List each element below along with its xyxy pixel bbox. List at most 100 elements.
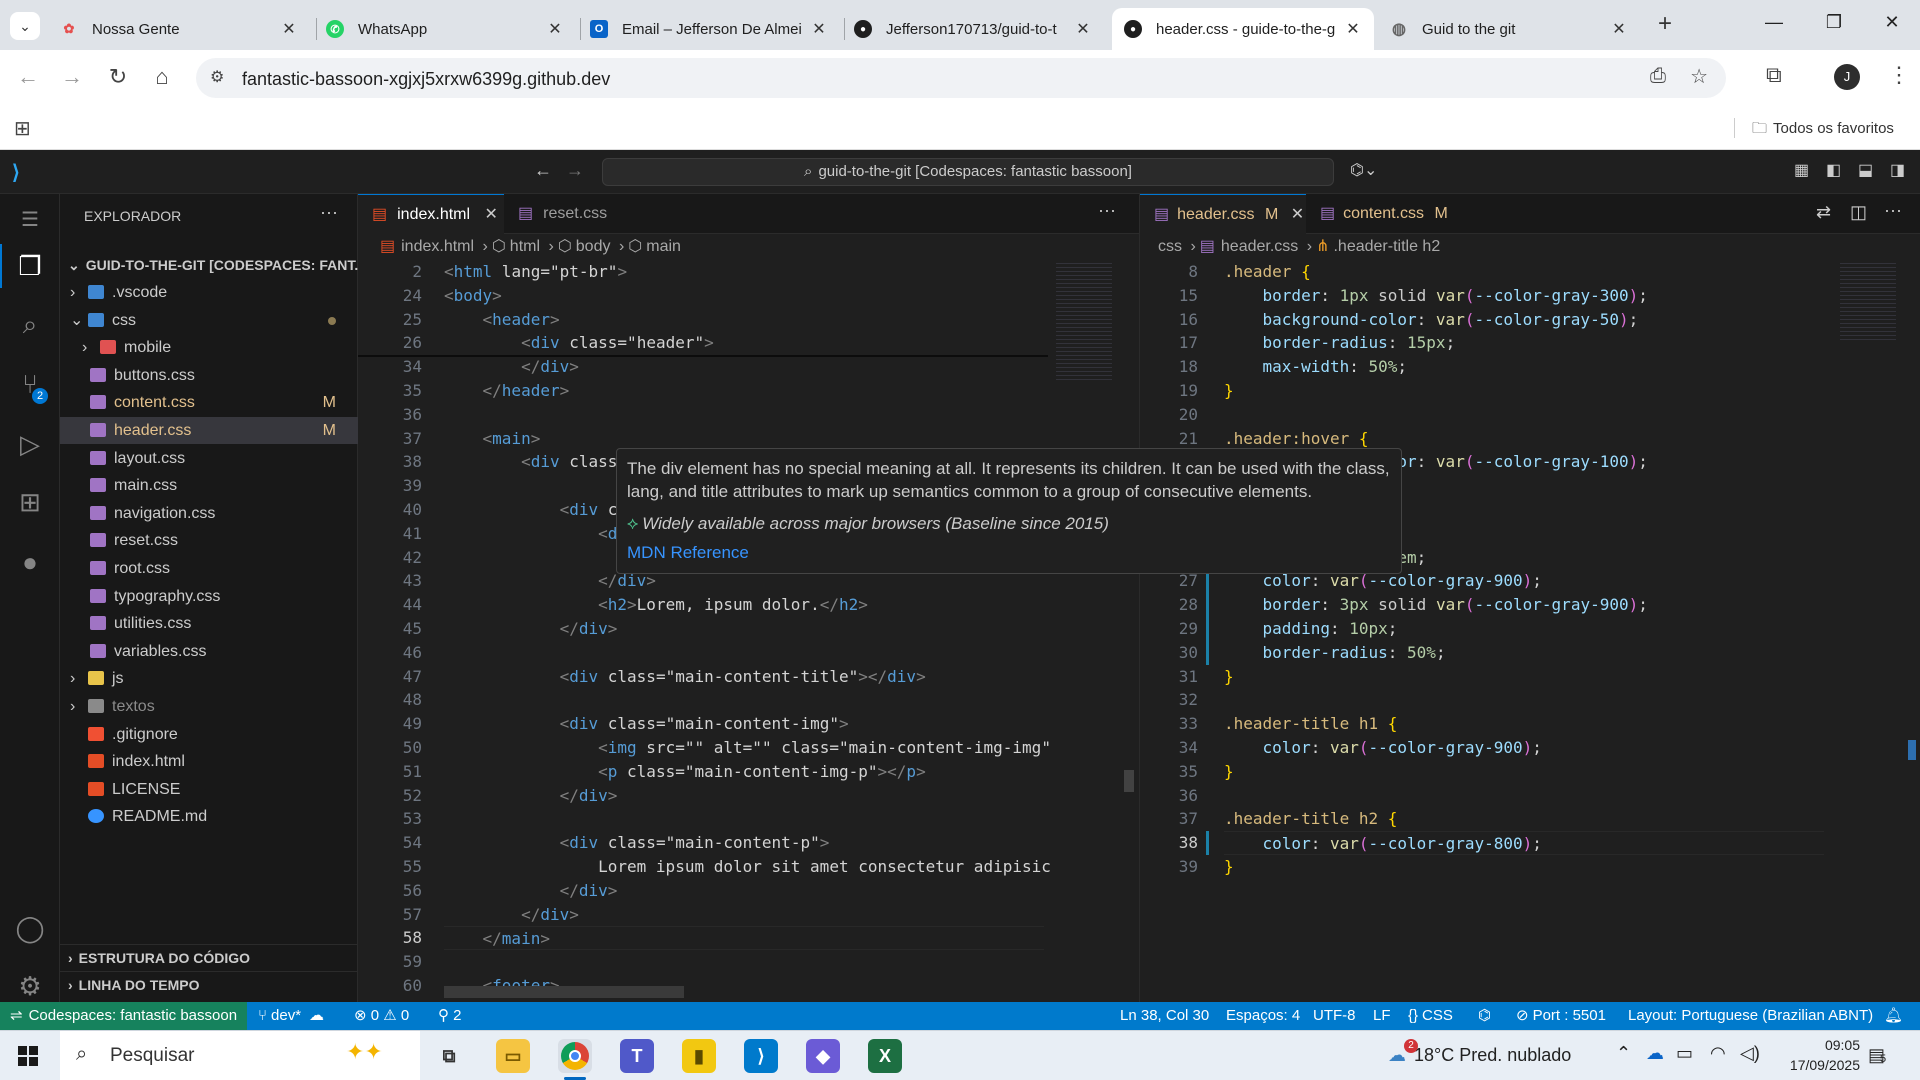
vscode-taskbar-icon[interactable]: ⟩ — [744, 1039, 778, 1073]
layout-customize-icon[interactable]: ▦ — [1794, 160, 1809, 180]
tree-item[interactable]: variables.css — [60, 638, 358, 665]
close-icon[interactable]: ✕ — [1291, 206, 1304, 223]
vscode-logo-icon[interactable]: ⟩ — [12, 160, 20, 185]
tree-item[interactable]: › .vscode — [60, 279, 358, 306]
site-info-icon[interactable]: ⚙ — [210, 67, 224, 87]
split-editor-icon[interactable]: ◫ — [1850, 202, 1867, 223]
tab-search-button[interactable]: ⌄ — [10, 12, 40, 40]
teams-icon[interactable]: T — [620, 1039, 654, 1073]
tree-item[interactable]: navigation.css — [60, 500, 358, 527]
right-code-area[interactable]: 8 .header {15 border: 1px solid var(--col… — [1140, 260, 1830, 1002]
code-line[interactable]: } — [1224, 760, 1234, 784]
code-line[interactable]: </div> — [444, 784, 618, 808]
breadcrumb-item[interactable]: css — [1158, 238, 1182, 255]
new-tab-button[interactable]: + — [1650, 10, 1680, 38]
code-line[interactable]: .header { — [1224, 260, 1311, 284]
all-bookmarks-folder[interactable]: 🗀 Todos os favoritos — [1752, 118, 1894, 143]
minimap[interactable] — [1840, 260, 1896, 340]
browser-tab-header-css[interactable]: ● header.css - guide-to-the-g ✕ — [1112, 8, 1374, 50]
live-server-port[interactable]: ⊘ Port : 5501 — [1516, 1002, 1606, 1030]
horizontal-scrollbar[interactable] — [444, 986, 684, 998]
end-of-line[interactable]: LF — [1373, 1002, 1391, 1030]
run-debug-icon[interactable]: ▷ — [14, 428, 46, 460]
close-icon[interactable]: ✕ — [280, 19, 298, 39]
extensions-icon[interactable]: ⊞ — [14, 486, 46, 518]
tree-item[interactable]: › js — [60, 665, 358, 692]
close-icon[interactable]: ✕ — [810, 19, 828, 39]
toggle-secondary-sidebar-icon[interactable]: ◨ — [1890, 160, 1905, 180]
minimap[interactable] — [1056, 260, 1112, 380]
copilot-status-icon[interactable]: ⌬ — [1478, 1002, 1491, 1030]
tab-content-css[interactable]: ▤ content.css M — [1306, 194, 1472, 234]
outline-section[interactable]: › ESTRUTURA DO CÓDIGO — [60, 944, 358, 971]
keyboard-layout[interactable]: Layout: Portuguese (Brazilian ABNT) — [1628, 1002, 1873, 1030]
breadcrumb-item[interactable]: body — [576, 238, 611, 255]
remote-indicator[interactable]: ⇌ Codespaces: fantastic bassoon — [0, 1002, 248, 1030]
profile-avatar[interactable]: J — [1834, 64, 1860, 90]
code-line[interactable]: border: 1px solid var(--color-gray-300); — [1224, 284, 1648, 308]
code-line[interactable]: Lorem ipsum dolor sit amet consectetur a… — [444, 855, 1051, 879]
restore-icon[interactable]: ❐ — [1814, 12, 1854, 33]
forward-icon[interactable]: → — [58, 64, 86, 90]
tray-chevron-up-icon[interactable]: ⌃ — [1616, 1043, 1631, 1064]
tab-reset-css[interactable]: ▤ reset.css — [504, 194, 644, 234]
search-icon[interactable]: ⌕ — [14, 308, 46, 340]
code-line[interactable]: } — [1224, 379, 1234, 403]
extensions-icon[interactable]: ⧉ — [1766, 62, 1782, 88]
close-icon[interactable]: ✕ — [1074, 19, 1092, 39]
editor-more-icon[interactable]: ··· — [1884, 200, 1902, 221]
breadcrumb-item[interactable]: header.css — [1221, 238, 1298, 255]
address-bar[interactable]: ⚙ fantastic-bassoon-xgjxj5xrxw6399g.gith… — [196, 58, 1726, 98]
code-line[interactable]: .header:hover { — [1224, 427, 1369, 451]
code-line[interactable]: .header-title h1 { — [1224, 712, 1397, 736]
tree-item[interactable]: index.html — [60, 748, 358, 775]
code-line[interactable]: <div class="main-content-p"> — [444, 831, 830, 855]
mdn-reference-link[interactable]: MDN Reference — [627, 541, 1391, 564]
code-line[interactable]: </header> — [444, 379, 570, 403]
tree-item[interactable]: main.css — [60, 472, 358, 499]
home-icon[interactable]: ⌂ — [148, 64, 176, 90]
code-line[interactable]: <h2>Lorem, ipsum dolor.</h2> — [444, 593, 868, 617]
code-line[interactable]: <div class="main-content-img"> — [444, 712, 849, 736]
problems-indicator[interactable]: ⊗ 0 ⚠ 0 — [354, 1002, 409, 1030]
code-line[interactable]: .header-title h2 { — [1224, 807, 1397, 831]
copilot-icon[interactable]: ⌬⌄ — [1350, 160, 1377, 180]
tree-item[interactable]: header.css M — [60, 417, 358, 444]
close-icon[interactable]: ✕ — [1610, 19, 1628, 39]
explorer-icon[interactable]: ❐ — [14, 250, 46, 282]
notifications-bell-icon[interactable]: 🔔︎ — [1884, 1002, 1903, 1030]
code-line[interactable]: color: var(--color-gray-800); — [1224, 831, 1824, 855]
language-mode[interactable]: {} CSS — [1408, 1002, 1453, 1030]
breadcrumb-item[interactable]: index.html — [401, 238, 474, 255]
task-view-icon[interactable]: ⧉ — [432, 1039, 466, 1073]
code-line[interactable]: color: var(--color-gray-900); — [1224, 736, 1542, 760]
code-line[interactable]: </div> — [444, 879, 618, 903]
tree-item[interactable]: README.md — [60, 803, 358, 830]
code-line[interactable]: <div class="main-content-title"></div> — [444, 665, 926, 689]
browser-tab-guid-to-git[interactable]: ◍ Guid to the git ✕ — [1378, 8, 1640, 50]
cursor-position[interactable]: Ln 38, Col 30 — [1120, 1002, 1209, 1030]
branch-indicator[interactable]: ⑂ dev* ☁ — [258, 1002, 324, 1030]
code-line[interactable]: <img src="" alt="" class="main-content-i… — [444, 736, 1051, 760]
volume-icon[interactable]: ◁) — [1740, 1043, 1760, 1064]
tree-item[interactable]: root.css — [60, 555, 358, 582]
code-line[interactable]: </div> — [444, 355, 579, 379]
code-line[interactable]: <div c — [444, 498, 618, 522]
chrome-icon[interactable] — [558, 1039, 592, 1073]
browser-tab-email[interactable]: O Email – Jefferson De Almei ✕ — [578, 8, 840, 50]
code-line[interactable]: <div class="header"> — [444, 331, 714, 355]
code-line[interactable]: max-width: 50%; — [1224, 355, 1408, 379]
code-line[interactable]: <p class="main-content-img-p"></p> — [444, 760, 926, 784]
left-code-area[interactable]: 2 <html lang="pt-br"> 24 <body> 25 <header> 2… — [358, 260, 1051, 1002]
wifi-icon[interactable]: ◠ — [1710, 1043, 1726, 1064]
tree-item[interactable]: › mobile — [60, 334, 358, 361]
microsoft-365-icon[interactable]: ◆ — [806, 1039, 840, 1073]
install-app-icon[interactable]: ⎙ — [1650, 65, 1666, 88]
tree-item[interactable]: .gitignore — [60, 721, 358, 748]
close-icon[interactable]: ✕ — [1344, 19, 1362, 39]
code-line[interactable]: <main> — [444, 427, 541, 451]
tree-item[interactable]: content.css M — [60, 389, 358, 416]
menu-icon[interactable]: ☰ — [14, 204, 46, 236]
reload-icon[interactable]: ↻ — [104, 64, 132, 90]
editor-more-icon[interactable]: ··· — [1098, 200, 1116, 221]
